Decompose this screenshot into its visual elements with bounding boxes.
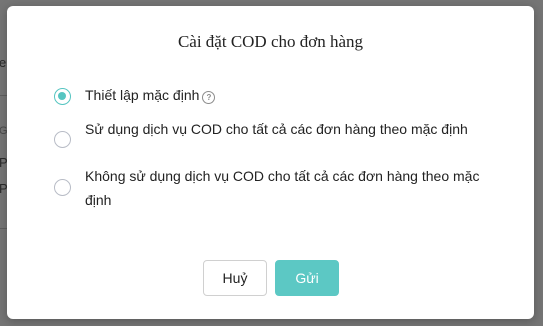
submit-button[interactable]: Gửi	[275, 260, 339, 296]
option-use-cod-label: Sử dụng dịch vụ COD cho tất cả các đơn h…	[85, 121, 468, 137]
radio-unchecked-icon[interactable]	[54, 179, 71, 196]
dialog-title: Cài đặt COD cho đơn hàng	[177, 32, 364, 51]
radio-unchecked-icon[interactable]	[54, 131, 71, 148]
radio-checked-icon[interactable]	[54, 88, 71, 105]
option-no-cod-label: Không sử dụng dịch vụ COD cho tất cả các…	[85, 168, 480, 208]
option-no-cod-all[interactable]: Không sử dụng dịch vụ COD cho tất cả các…	[53, 167, 493, 215]
help-icon[interactable]: ?	[202, 91, 216, 104]
cancel-button[interactable]: Huỷ	[203, 260, 267, 296]
option-default-label: Thiết lập mặc định	[85, 87, 200, 103]
cod-settings-dialog: Cài đặt COD cho đơn hàng Thiết lập mặc đ…	[7, 6, 534, 319]
option-default-setting[interactable]: Thiết lập mặc định?	[53, 85, 493, 109]
option-label-wrapper: Thiết lập mặc định?	[85, 83, 495, 107]
background-text-fragment: e	[0, 55, 7, 70]
option-use-cod-all[interactable]: Sử dụng dịch vụ COD cho tất cả các đơn h…	[53, 120, 493, 168]
